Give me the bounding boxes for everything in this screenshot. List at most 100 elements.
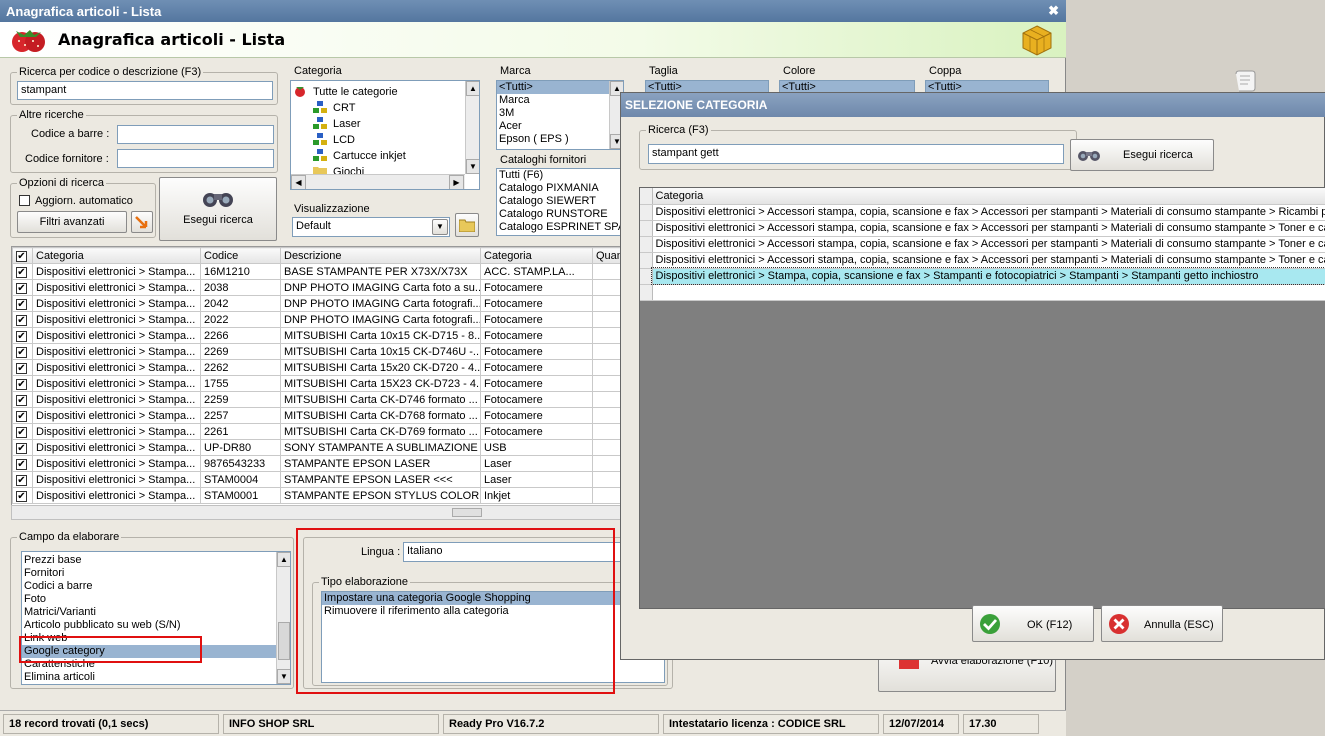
column-header[interactable]: Codice — [200, 247, 281, 264]
field-list[interactable]: Prezzi base Fornitori Codici a barre Foto Ma… — [21, 551, 291, 685]
table-row[interactable]: ✔ Dispositivi elettronici > Stampa... 9876… — [12, 455, 622, 472]
tree-item[interactable]: LCD — [333, 134, 355, 146]
table-row[interactable]: ✔ Dispositivi elettronici > Stampa... UP-D… — [12, 439, 622, 456]
result-column-header[interactable]: Categoria — [652, 188, 1325, 205]
row-checkbox[interactable]: ✔ — [12, 455, 33, 472]
close-icon[interactable]: ✖ — [1048, 3, 1059, 19]
category-result-grid[interactable]: Categoria Dispositivi elettronici > Acce… — [639, 187, 1325, 609]
supplier-code-input[interactable] — [117, 149, 274, 168]
grid-hscrollbar[interactable] — [11, 505, 623, 520]
chevron-down-icon[interactable]: ▼ — [432, 219, 448, 235]
result-row[interactable]: Dispositivi elettronici > Stampa, copia,… — [640, 267, 1325, 285]
catalog-item[interactable]: Catalogo SIEWERT — [497, 195, 623, 208]
dialog-search-input[interactable]: stampant gett — [648, 144, 1064, 164]
table-row[interactable]: ✔ Dispositivi elettronici > Stampa... 2259… — [12, 391, 622, 408]
brand-item[interactable]: Acer — [497, 120, 623, 133]
table-row[interactable]: ✔ Dispositivi elettronici > Stampa... STAM… — [12, 471, 622, 488]
catalog-item[interactable]: Catalogo PIXMANIA — [497, 182, 623, 195]
field-scrollbar[interactable]: ▲ ▼ — [276, 552, 290, 684]
table-row[interactable]: ✔ Dispositivi elettronici > Stampa... 2038… — [12, 279, 622, 296]
brand-item[interactable]: <Tutti> — [497, 81, 623, 94]
table-row[interactable]: ✔ Dispositivi elettronici > Stampa... 1755… — [12, 375, 622, 392]
row-checkbox[interactable]: ✔ — [12, 279, 33, 296]
row-checkbox[interactable]: ✔ — [12, 487, 33, 504]
search-input[interactable]: stampant — [17, 81, 273, 100]
row-checkbox[interactable]: ✔ — [12, 343, 33, 360]
cancel-button[interactable]: Annulla (ESC) — [1101, 605, 1223, 642]
result-row[interactable]: Dispositivi elettronici > Accessori stam… — [640, 236, 1325, 253]
tree-item[interactable]: Laser — [333, 118, 361, 130]
auto-update-checkbox[interactable] — [19, 195, 30, 206]
column-header[interactable]: Descrizione — [280, 247, 481, 264]
table-row[interactable]: ✔ Dispositivi elettronici > Stampa... 2042… — [12, 295, 622, 312]
row-checkbox[interactable]: ✔ — [12, 375, 33, 392]
table-row[interactable]: ✔ Dispositivi elettronici > Stampa... 2022… — [12, 311, 622, 328]
column-header[interactable]: Quan — [592, 247, 622, 264]
ok-button[interactable]: OK (F12) — [972, 605, 1094, 642]
brand-item[interactable]: 3M — [497, 107, 623, 120]
run-search-button[interactable]: Esegui ricerca — [159, 177, 277, 241]
row-checkbox[interactable]: ✔ — [12, 407, 33, 424]
row-checkbox[interactable]: ✔ — [12, 439, 33, 456]
result-cell[interactable]: Dispositivi elettronici > Accessori stam… — [652, 204, 1325, 221]
row-checkbox[interactable]: ✔ — [12, 295, 33, 312]
result-cell[interactable]: Dispositivi elettronici > Accessori stam… — [652, 236, 1325, 253]
result-row[interactable]: Dispositivi elettronici > Accessori stam… — [640, 252, 1325, 269]
column-header[interactable]: Categoria — [32, 247, 201, 264]
dialog-search-button[interactable]: Esegui ricerca — [1070, 139, 1214, 171]
row-checkbox[interactable]: ✔ — [12, 391, 33, 408]
field-item[interactable]: Matrici/Varianti — [22, 606, 290, 619]
table-row[interactable]: ✔ Dispositivi elettronici > Stampa... 16M1… — [12, 263, 622, 280]
field-item[interactable]: Prezzi base — [22, 554, 290, 567]
row-checkbox[interactable]: ✔ — [12, 327, 33, 344]
catalog-item[interactable]: Catalogo RUNSTORE — [497, 208, 623, 221]
tree-vscrollbar[interactable]: ▲ ▼ — [465, 81, 479, 174]
table-cell: 2042 — [200, 295, 281, 312]
table-row[interactable]: ✔ Dispositivi elettronici > Stampa... 2257… — [12, 407, 622, 424]
table-row[interactable]: ✔ Dispositivi elettronici > Stampa... 2261… — [12, 423, 622, 440]
open-folder-button[interactable] — [455, 213, 479, 237]
row-checkbox[interactable]: ✔ — [12, 359, 33, 376]
table-row[interactable]: ✔ Dispositivi elettronici > Stampa... 2266… — [12, 327, 622, 344]
row-checkbox[interactable]: ✔ — [12, 471, 33, 488]
tree-item[interactable]: CRT — [333, 102, 355, 114]
row-checkbox[interactable]: ✔ — [12, 263, 33, 280]
cube-icon[interactable] — [1020, 24, 1054, 59]
filter-arrow-button[interactable] — [131, 211, 153, 233]
result-row[interactable]: Dispositivi elettronici > Accessori stam… — [640, 204, 1325, 221]
tree-hscrollbar[interactable]: ◀ ▶ — [291, 174, 465, 189]
field-item[interactable]: Foto — [22, 593, 290, 606]
category-tree[interactable]: Tutte le categorie CRT Laser LCD Cartucc… — [290, 80, 480, 190]
table-cell: STAMPANTE EPSON STYLUS COLOR C... — [280, 487, 481, 504]
view-select[interactable]: Default — [292, 217, 450, 237]
supplier-catalog-list[interactable]: Tutti (F6) Catalogo PIXMANIA Catalogo SI… — [496, 168, 624, 236]
result-cell[interactable]: Dispositivi elettronici > Stampa, copia,… — [651, 267, 1325, 285]
field-item[interactable]: Elimina articoli — [22, 671, 290, 684]
row-checkbox[interactable]: ✔ — [12, 423, 33, 440]
result-cell[interactable]: Dispositivi elettronici > Accessori stam… — [652, 220, 1325, 237]
column-header[interactable]: Categoria — [480, 247, 593, 264]
field-item[interactable]: Fornitori — [22, 567, 290, 580]
barcode-input[interactable] — [117, 125, 274, 144]
tree-item[interactable]: Tutte le categorie — [313, 86, 398, 98]
table-row[interactable]: ✔ Dispositivi elettronici > Stampa... STAM… — [12, 487, 622, 504]
table-row[interactable]: ✔ Dispositivi elettronici > Stampa... 2262… — [12, 359, 622, 376]
tree-item[interactable]: Giochi — [333, 166, 364, 174]
advanced-filters-button[interactable]: Filtri avanzati — [17, 211, 127, 233]
table-cell: Dispositivi elettronici > Stampa... — [32, 407, 201, 424]
row-checkbox[interactable]: ✔ — [12, 311, 33, 328]
catalog-item[interactable]: Catalogo ESPRINET SPA — [497, 221, 623, 234]
result-row[interactable]: Dispositivi elettronici > Accessori stam… — [640, 220, 1325, 237]
table-row[interactable]: ✔ Dispositivi elettronici > Stampa... 2269… — [12, 343, 622, 360]
articles-grid[interactable]: ✔ Categoria Codice Descrizione Categoria… — [11, 246, 623, 520]
catalog-item[interactable]: Tutti (F6) — [497, 169, 623, 182]
result-cell[interactable]: Dispositivi elettronici > Accessori stam… — [652, 252, 1325, 269]
field-item[interactable]: Articolo pubblicato su web (S/N) — [22, 619, 290, 632]
brand-list[interactable]: <Tutti> Marca 3M Acer Epson ( EPS ) ▲ ▼ — [496, 80, 624, 150]
field-item[interactable]: Codici a barre — [22, 580, 290, 593]
brand-item[interactable]: Epson ( EPS ) — [497, 133, 623, 146]
select-all-checkbox[interactable]: ✔ — [12, 247, 33, 264]
brand-item[interactable]: Marca — [497, 94, 623, 107]
tree-item[interactable]: Cartucce inkjet — [333, 150, 406, 162]
table-cell — [592, 311, 622, 328]
